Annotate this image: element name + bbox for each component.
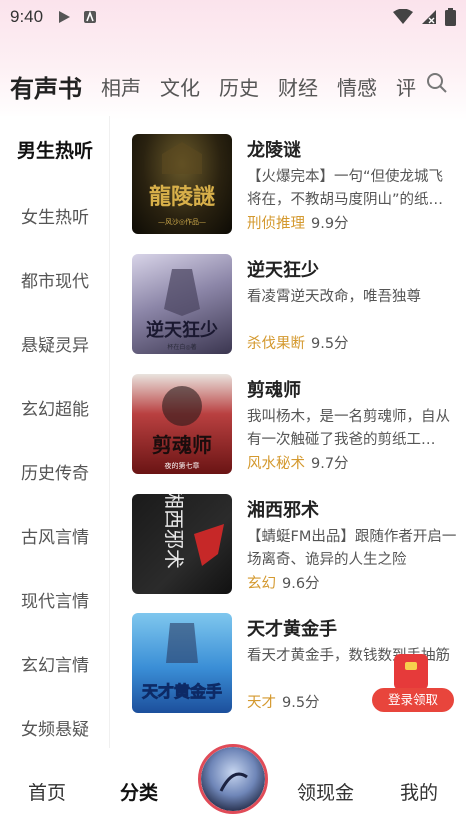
- book-genre: 杀伐果断: [247, 336, 305, 352]
- sidebar: 男生热听 女生热听 都市现代 悬疑灵异 玄幻超能 历史传奇 古风言情 现代言情 …: [0, 116, 110, 748]
- search-button[interactable]: [426, 72, 454, 100]
- book-item[interactable]: 逆天狂少 杯在白◎著 逆天狂少 看凌霄逆天改命，唯吾独尊 杀伐果断 9.5分: [132, 254, 457, 354]
- status-bar: 9:40: [0, 0, 466, 34]
- book-description: 【火爆完本】一句“但使龙城飞将在，不教胡马度阴山”的纸…: [247, 169, 444, 208]
- book-cover: 龍陵謎 —风沙◎作品—: [132, 134, 232, 234]
- book-genre: 风水秘术: [247, 456, 305, 472]
- sidebar-item-fantasy-romance[interactable]: 玄幻言情: [0, 651, 110, 676]
- book-title: 龙陵谜: [247, 140, 301, 161]
- book-title: 湘西邪术: [247, 500, 319, 521]
- book-genre: 刑侦推理: [247, 216, 305, 232]
- svg-text:夜的第七章: 夜的第七章: [165, 461, 200, 470]
- svg-text:逆天狂少: 逆天狂少: [146, 319, 218, 341]
- now-playing-button[interactable]: [198, 744, 268, 814]
- book-score: 9.7分: [311, 456, 349, 472]
- book-meta: 玄幻 9.6分: [247, 572, 320, 593]
- book-title: 逆天狂少: [247, 260, 319, 281]
- nav-earn-cash[interactable]: 领现金: [297, 778, 354, 805]
- tab-commentary[interactable]: 评: [396, 72, 416, 101]
- book-description: 看凌霄逆天改命，唯吾独尊: [247, 289, 421, 305]
- sidebar-item-urban[interactable]: 都市现代: [0, 267, 110, 292]
- search-icon: [427, 73, 447, 93]
- book-cover: 剪魂师 夜的第七章: [132, 374, 232, 474]
- tab-emotion[interactable]: 情感: [337, 72, 377, 101]
- book-cover: 逆天狂少 杯在白◎著: [132, 254, 232, 354]
- sidebar-item-male-hot[interactable]: 男生热听: [0, 136, 110, 163]
- nav-category[interactable]: 分类: [120, 778, 158, 805]
- login-reward-promo[interactable]: 登录领取: [372, 648, 460, 712]
- sidebar-item-female-suspense[interactable]: 女频悬疑: [0, 715, 110, 740]
- tab-audiobook[interactable]: 有声书: [10, 69, 82, 104]
- book-score: 9.6分: [282, 576, 320, 592]
- sidebar-item-modern-romance[interactable]: 现代言情: [0, 587, 110, 612]
- battery-icon: [445, 8, 456, 26]
- book-score: 9.5分: [282, 695, 320, 711]
- book-meta: 天才 9.5分: [247, 691, 320, 712]
- sidebar-item-suspense[interactable]: 悬疑灵异: [0, 331, 110, 356]
- svg-text:湘西邪术: 湘西邪术: [162, 494, 186, 569]
- book-item[interactable]: 龍陵謎 —风沙◎作品— 龙陵谜 【火爆完本】一句“但使龙城飞将在，不教胡马度阴山…: [132, 134, 457, 234]
- tab-crosstalk[interactable]: 相声: [101, 72, 141, 101]
- login-reward-button[interactable]: 登录领取: [372, 688, 454, 712]
- book-item[interactable]: 湘西邪术 湘西邪术 【蜻蜓FM出品】跟随作者开启一场离奇、诡异的人生之险 玄幻 9…: [132, 494, 457, 594]
- nav-home[interactable]: 首页: [28, 778, 66, 805]
- book-description: 【蜻蜓FM出品】跟随作者开启一场离奇、诡异的人生之险: [247, 529, 457, 568]
- status-time: 9:40: [10, 7, 44, 26]
- book-item[interactable]: 剪魂师 夜的第七章 剪魂师 我叫杨木，是一名剪魂师，自从有一次触碰了我爸的剪纸工…: [132, 374, 457, 474]
- svg-text:—风沙◎作品—: —风沙◎作品—: [158, 217, 206, 226]
- red-envelope-icon: [394, 654, 428, 690]
- tab-finance[interactable]: 财经: [278, 72, 318, 101]
- book-genre: 天才: [247, 695, 276, 711]
- book-meta: 刑侦推理 9.9分: [247, 212, 349, 233]
- sidebar-item-ancient-romance[interactable]: 古风言情: [0, 523, 110, 548]
- book-meta: 杀伐果断 9.5分: [247, 332, 349, 353]
- book-description: 我叫杨木，是一名剪魂师，自从有一次触碰了我爸的剪纸工…: [247, 409, 450, 448]
- svg-text:杯在白◎著: 杯在白◎著: [167, 343, 196, 351]
- play-icon: [59, 11, 71, 23]
- cover-art: 天才黄金手: [142, 623, 222, 701]
- svg-text:剪魂师: 剪魂师: [152, 433, 212, 457]
- book-title: 剪魂师: [247, 380, 301, 401]
- notification-icon: [84, 10, 97, 23]
- book-score: 9.5分: [311, 336, 349, 352]
- bottom-nav: 首页 分类 领现金 我的: [0, 744, 466, 828]
- cover-art: 湘西邪术: [162, 494, 224, 569]
- book-cover: 天才黄金手: [132, 613, 232, 713]
- cover-art: 逆天狂少 杯在白◎著: [146, 269, 218, 351]
- book-genre: 玄幻: [247, 576, 276, 592]
- now-playing-cover: [201, 747, 265, 811]
- sidebar-item-history-legend[interactable]: 历史传奇: [0, 459, 110, 484]
- tab-culture[interactable]: 文化: [160, 72, 200, 101]
- svg-text:天才黄金手: 天才黄金手: [142, 682, 222, 701]
- book-score: 9.9分: [311, 216, 349, 232]
- cover-art: 剪魂师 夜的第七章: [152, 386, 212, 470]
- book-title: 天才黄金手: [247, 619, 337, 640]
- nav-mine[interactable]: 我的: [400, 778, 438, 805]
- tab-history[interactable]: 历史: [219, 72, 259, 101]
- svg-text:龍陵謎: 龍陵謎: [149, 184, 215, 210]
- book-meta: 风水秘术 9.7分: [247, 452, 349, 473]
- wifi-icon: [393, 9, 413, 24]
- category-tabs: 有声书 相声 文化 历史 财经 情感 评: [0, 62, 466, 110]
- sidebar-item-fantasy-power[interactable]: 玄幻超能: [0, 395, 110, 420]
- sidebar-item-female-hot[interactable]: 女生热听: [0, 203, 110, 228]
- signal-icon: [422, 10, 436, 24]
- cover-art: 龍陵謎 —风沙◎作品—: [149, 142, 215, 226]
- book-cover: 湘西邪术: [132, 494, 232, 594]
